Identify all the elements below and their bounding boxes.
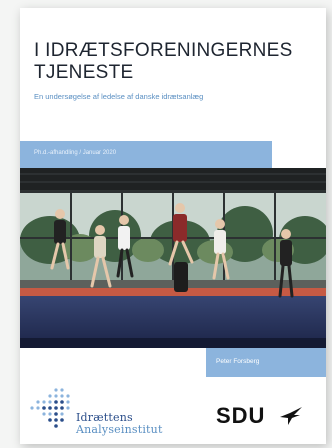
cover-photo [20, 168, 326, 348]
cover-title-line-1: I IDRÆTSFORENINGERNES [34, 40, 293, 61]
publication-type-date: Ph.d.-afhandling / Januar 2020 [34, 150, 117, 156]
sdu-bird-icon [280, 407, 302, 425]
publication-band: Ph.d.-afhandling / Januar 2020 [20, 141, 272, 168]
institute-name-line-2: Analyseinstitut [76, 423, 163, 436]
sdu-logo: SDU [216, 403, 316, 433]
cover-title: I IDRÆTSFORENINGERNES TJENESTE [34, 40, 314, 84]
dot-grid-logo-icon [30, 388, 70, 428]
author-band: Peter Forsberg [206, 348, 326, 377]
sdu-wordmark: SDU [216, 403, 266, 428]
gym-trampoline-photo [20, 168, 326, 348]
cover-title-line-2: TJENESTE [34, 62, 134, 83]
cover-subtitle: En undersøgelse af ledelse af danske idr… [34, 92, 204, 101]
idraettens-analyseinstitut-logo: Idrættens Analyseinstitut [26, 382, 186, 436]
author-name: Peter Forsberg [216, 358, 260, 365]
report-cover: I IDRÆTSFORENINGERNES TJENESTE En unders… [20, 8, 326, 444]
